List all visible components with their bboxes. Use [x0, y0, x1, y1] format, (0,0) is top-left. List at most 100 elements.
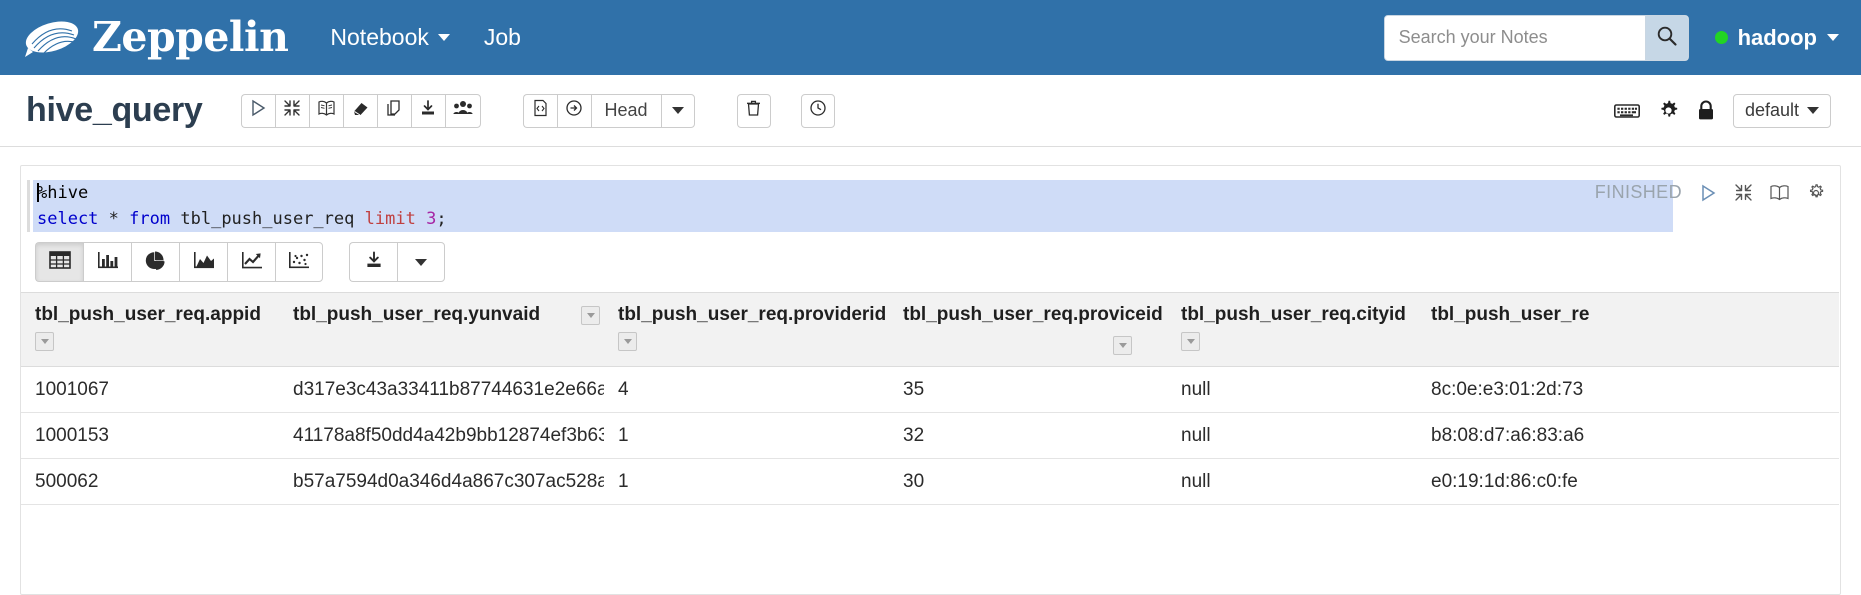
- column-header-appid[interactable]: tbl_push_user_req.appid: [21, 292, 279, 367]
- delete-note-button[interactable]: [736, 93, 771, 128]
- column-filter-button[interactable]: [35, 332, 54, 351]
- download-icon: [364, 250, 384, 275]
- cell-yunvaid: b57a7594d0a346d4a867c307ac528ab8: [279, 458, 604, 505]
- chevron-down-icon: [437, 34, 450, 41]
- nav-item-job[interactable]: Job: [484, 24, 521, 51]
- result-table-header-row: tbl_push_user_req.appid tbl_push_user_re…: [21, 292, 1839, 367]
- cell-proviceid: 35: [889, 366, 1167, 413]
- download-result-button[interactable]: [349, 242, 397, 282]
- paragraph-status-text: FINISHED: [1594, 182, 1682, 202]
- brand-name: Zeppelin: [92, 13, 289, 61]
- search-button[interactable]: [1644, 15, 1688, 60]
- search-input[interactable]: [1384, 15, 1645, 60]
- line-chart-button[interactable]: [227, 242, 275, 282]
- show-hide-code-button[interactable]: [308, 93, 343, 128]
- table-row[interactable]: 500062 b57a7594d0a346d4a867c307ac528ab8 …: [21, 458, 1839, 505]
- column-header-yunvaid[interactable]: tbl_push_user_req.yunvaid: [279, 292, 604, 367]
- show-code-snippet-button[interactable]: [522, 93, 557, 128]
- nav-item-job-label: Job: [483, 24, 521, 50]
- bar-chart-button[interactable]: [83, 242, 131, 282]
- schedule-note-button[interactable]: [800, 93, 835, 128]
- table-row[interactable]: 1001067 d317e3c43a33411b87744631e2e66a30…: [21, 366, 1839, 413]
- keyboard-shortcuts-icon[interactable]: [1613, 102, 1640, 120]
- column-header-cityid[interactable]: tbl_push_user_req.cityid: [1167, 292, 1417, 367]
- result-table-body: 1001067 d317e3c43a33411b87744631e2e66a30…: [21, 366, 1839, 505]
- area-chart-icon: [193, 250, 215, 275]
- column-filter-button[interactable]: [1113, 336, 1132, 355]
- result-table-container[interactable]: tbl_push_user_req.appid tbl_push_user_re…: [21, 292, 1840, 505]
- download-format-dropdown-button[interactable]: [397, 242, 445, 282]
- collapse-all-button[interactable]: [274, 93, 309, 128]
- cell-proviceid: 30: [889, 458, 1167, 505]
- result-table: tbl_push_user_req.appid tbl_push_user_re…: [21, 292, 1839, 505]
- chevron-down-icon: [40, 339, 49, 344]
- brand-logo-link[interactable]: Zeppelin: [22, 13, 289, 61]
- cell-appid: 1000153: [21, 412, 279, 459]
- cell-mac: b8:08:d7:a6:83:a6: [1417, 412, 1839, 459]
- cell-providerid: 1: [604, 412, 889, 459]
- note-delete-group: [736, 93, 771, 128]
- column-filter-button[interactable]: [1181, 332, 1200, 351]
- note-title[interactable]: hive_query: [26, 91, 203, 130]
- code-editor[interactable]: %hive select * from tbl_push_user_req li…: [27, 180, 1828, 232]
- sql-star: *: [108, 209, 119, 229]
- export-note-button[interactable]: [410, 93, 445, 128]
- column-filter-button[interactable]: [581, 306, 600, 325]
- chevron-down-icon: [1118, 343, 1127, 348]
- user-menu[interactable]: hadoop: [1714, 25, 1839, 51]
- editor-gutter: [27, 180, 30, 232]
- cell-appid: 500062: [21, 458, 279, 505]
- chevron-down-icon: [623, 339, 632, 344]
- interpreter-binding-button[interactable]: default: [1732, 93, 1831, 128]
- clear-output-button[interactable]: [342, 93, 377, 128]
- zeppelin-logo-icon: [22, 15, 82, 61]
- commit-icon: [565, 99, 583, 122]
- gear-icon[interactable]: [1658, 100, 1679, 121]
- note-action-group: [240, 93, 481, 128]
- pie-chart-icon: [145, 250, 167, 275]
- column-header-label: tbl_push_user_req.yunvaid: [293, 304, 541, 325]
- table-icon: [48, 250, 71, 275]
- commit-revision-button[interactable]: [556, 93, 591, 128]
- revision-label[interactable]: Head: [590, 93, 661, 128]
- column-filter-button[interactable]: [618, 332, 637, 351]
- chevron-down-icon: [415, 258, 427, 266]
- collapse-paragraph-icon[interactable]: [1734, 183, 1753, 202]
- column-header-proviceid[interactable]: tbl_push_user_req.proviceid: [889, 292, 1167, 367]
- run-paragraph-icon[interactable]: [1698, 183, 1718, 203]
- notebook-body: %hive select * from tbl_push_user_req li…: [0, 147, 1861, 595]
- run-all-paragraphs-button[interactable]: [240, 93, 275, 128]
- paragraph-settings-icon[interactable]: [1806, 183, 1826, 203]
- nav-item-notebook[interactable]: Notebook: [330, 24, 450, 51]
- pie-chart-button[interactable]: [131, 242, 179, 282]
- users-icon: [452, 99, 473, 122]
- sql-semicolon: ;: [436, 209, 447, 229]
- visualization-toolbar: [21, 236, 1840, 292]
- primary-nav: Notebook Job: [330, 24, 521, 51]
- column-header-providerid[interactable]: tbl_push_user_req.providerid: [604, 292, 889, 367]
- clone-note-button[interactable]: [376, 93, 411, 128]
- sql-keyword-limit: limit: [364, 209, 416, 229]
- lock-icon[interactable]: [1697, 100, 1715, 121]
- personalized-mode-button[interactable]: [444, 93, 481, 128]
- show-editor-icon[interactable]: [1769, 183, 1790, 202]
- top-navbar: Zeppelin Notebook Job hadoop: [0, 0, 1861, 75]
- interpreter-binding-label: default: [1744, 100, 1799, 120]
- cell-yunvaid: d317e3c43a33411b87744631e2e66a30: [279, 366, 604, 413]
- chevron-down-icon: [671, 107, 684, 114]
- connection-status-dot: [1714, 31, 1728, 44]
- sql-keyword-from: from: [129, 209, 171, 229]
- search-box: [1383, 14, 1689, 61]
- scatter-chart-button[interactable]: [275, 242, 323, 282]
- sql-number-literal: 3: [426, 209, 437, 229]
- table-row[interactable]: 1000153 41178a8f50dd4a42b9bb12874ef3b632…: [21, 412, 1839, 459]
- cell-mac: 8c:0e:e3:01:2d:73: [1417, 366, 1839, 413]
- area-chart-button[interactable]: [179, 242, 227, 282]
- code-line-1: %hive: [33, 180, 1673, 206]
- table-view-button[interactable]: [35, 242, 83, 282]
- revision-dropdown-button[interactable]: [660, 93, 695, 128]
- book-icon: [317, 99, 336, 122]
- clock-icon: [809, 99, 827, 122]
- navbar-right: hadoop: [1383, 14, 1839, 61]
- column-header-truncated[interactable]: tbl_push_user_re: [1417, 292, 1839, 367]
